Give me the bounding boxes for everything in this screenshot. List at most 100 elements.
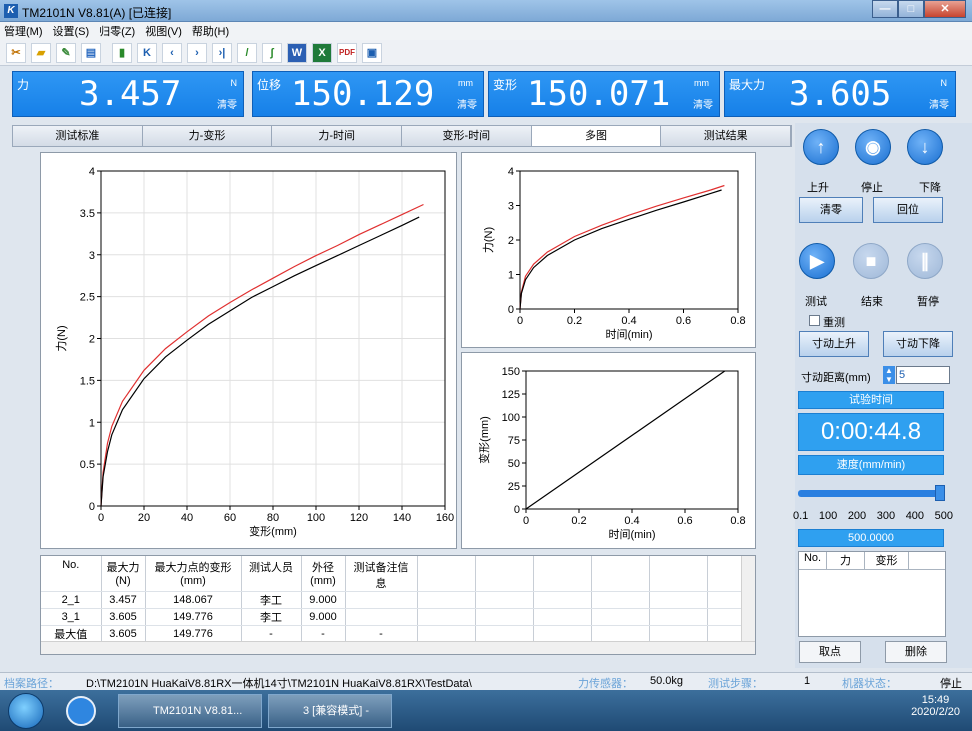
deformation-readout: 变形 150.071 mm 清零 [488,71,720,117]
tab-multi-chart[interactable]: 多图 [531,126,662,146]
retest-checkbox[interactable] [809,315,820,326]
results-horizontal-scrollbar[interactable] [41,641,755,654]
tools-icon[interactable]: ✂ [6,42,26,63]
menu-view[interactable]: 视图(V) [145,23,182,39]
word-icon[interactable]: W [287,42,307,63]
displacement-zero-button[interactable]: 清零 [457,96,477,111]
y-tick-label: 0 [89,501,95,513]
plot-frame [525,370,739,510]
tab-test-results[interactable]: 测试结果 [661,126,792,146]
table-cell [345,591,418,609]
curve-icon[interactable]: / [237,42,257,63]
pause-icon[interactable]: ∥ [907,243,943,279]
last-icon[interactable]: ›| [212,42,232,63]
series-line-1 [519,189,722,310]
return-button[interactable]: 回位 [873,197,943,223]
multicurve-icon[interactable]: ʃ [262,42,282,63]
maximize-button[interactable]: □ [898,0,924,18]
y-tick-label: 3 [89,250,95,262]
tab-deformation-time[interactable]: 变形-时间 [402,126,532,146]
series-line-0 [519,184,725,310]
speed-tick-3: 300 [876,510,896,522]
stop-icon[interactable]: ◉ [855,129,891,165]
speed-tick-1: 100 [818,510,838,522]
jog-distance-label: 寸动距离(mm) [801,372,871,384]
jog-down-label: 寸动下降 [896,338,940,350]
system-clock[interactable]: 15:49 2020/2/20 [911,694,960,718]
play-icon[interactable]: ▶ [799,243,835,279]
take-point-button[interactable]: 取点 [799,641,861,663]
point-col-force: 力 [827,552,865,569]
x-tick-label: 0 [98,512,104,524]
app-logo-icon: K [4,4,18,18]
taskbar-app-tm2101n[interactable]: TM2101N V8.81... [118,694,262,728]
spinner-icon[interactable]: ▲ ▼ [883,366,895,384]
tab-force-deformation[interactable]: 力-变形 [142,126,273,146]
results-header-0: No. [41,556,102,592]
up-arrow-icon[interactable]: ↑ [803,129,839,165]
prev-icon[interactable]: ‹ [162,42,182,63]
maxforce-zero-button[interactable]: 清零 [929,96,949,111]
jog-up-button[interactable]: 寸动上升 [799,331,869,357]
displacement-value: 150.129 [291,74,435,114]
title-bar: K TM2101N V8.81(A) [已连接] — □ ✕ [0,0,972,22]
close-button[interactable]: ✕ [924,0,966,18]
next-icon[interactable]: › [187,42,207,63]
return-button-label: 回位 [897,204,919,216]
jog-distance-input[interactable]: 5 [896,366,950,384]
table-cell [591,591,650,609]
excel-icon[interactable]: X [312,42,332,63]
test-label: 测试 [805,296,827,308]
deformation-zero-button[interactable]: 清零 [693,96,713,111]
table-cell [707,591,742,609]
menu-help[interactable]: 帮助(H) [192,23,229,39]
table-row[interactable]: 3_1 3.605 149.776 李工 9.000 [41,608,742,626]
table-cell: 3.605 [101,608,146,626]
edit-icon[interactable]: ✎ [56,42,76,63]
window-title: TM2101N V8.81(A) [已连接] [22,6,172,20]
taskbar-app-word[interactable]: 3 [兼容模式] - Mi... [268,694,392,728]
results-vertical-scrollbar[interactable] [741,556,755,642]
table-cell: - [345,625,418,643]
taskbar-app-word-label: 3 [兼容模式] - Mi... [303,705,370,717]
menu-manage[interactable]: 管理(M) [4,23,43,39]
maxforce-unit: N [940,78,948,88]
series-line-0 [100,203,424,507]
table-row[interactable]: 2_1 3.457 148.067 李工 9.000 [41,591,742,609]
speed-tick-0: 0.1 [793,510,809,522]
start-icon[interactable] [8,693,44,729]
menu-zero[interactable]: 归零(Z) [99,23,135,39]
force-zero-button[interactable]: 清零 [217,96,237,111]
table-row[interactable]: 最大值 3.605 149.776- - - [41,625,742,643]
end-icon[interactable]: ■ [853,243,889,279]
menu-settings[interactable]: 设置(S) [53,23,90,39]
maxforce-value: 3.605 [789,74,892,114]
doc-icon[interactable]: ▤ [81,42,101,63]
table-cell [417,591,476,609]
y-tick-label: 1 [89,417,95,429]
table-cell: 149.776 [145,608,242,626]
minimize-button[interactable]: — [872,0,898,18]
first-icon[interactable]: K [137,42,157,63]
browser-icon[interactable] [66,696,96,726]
y-tick-label: 3.5 [80,208,95,220]
zero-button[interactable]: 清零 [799,197,863,223]
export-icon[interactable]: ▣ [362,42,382,63]
open-icon[interactable]: ▰ [31,42,51,63]
sensor-value: 50.0kg [650,675,684,687]
table-cell [533,608,592,626]
chart-force-time: 0 0.2 0.4 0.6 0.8 0 1 2 3 4 时间(min) 力(N) [461,152,756,348]
down-arrow-icon[interactable]: ↓ [907,129,943,165]
speed-slider-track[interactable] [798,490,944,497]
speed-slider-thumb[interactable] [935,485,945,501]
sensor-key: 力传感器： [578,678,633,690]
delete-button[interactable]: 删除 [885,641,947,663]
tab-force-time[interactable]: 力-时间 [272,126,403,146]
results-header-3: 测试人员 [241,556,302,592]
tab-test-standard[interactable]: 测试标准 [13,126,143,146]
results-header-5: 测试备注信息 [345,556,418,592]
series-line-1 [100,216,420,507]
jog-down-button[interactable]: 寸动下降 [883,331,953,357]
delete-icon[interactable]: ▮ [112,42,132,63]
pdf-icon[interactable]: PDF [337,42,357,63]
